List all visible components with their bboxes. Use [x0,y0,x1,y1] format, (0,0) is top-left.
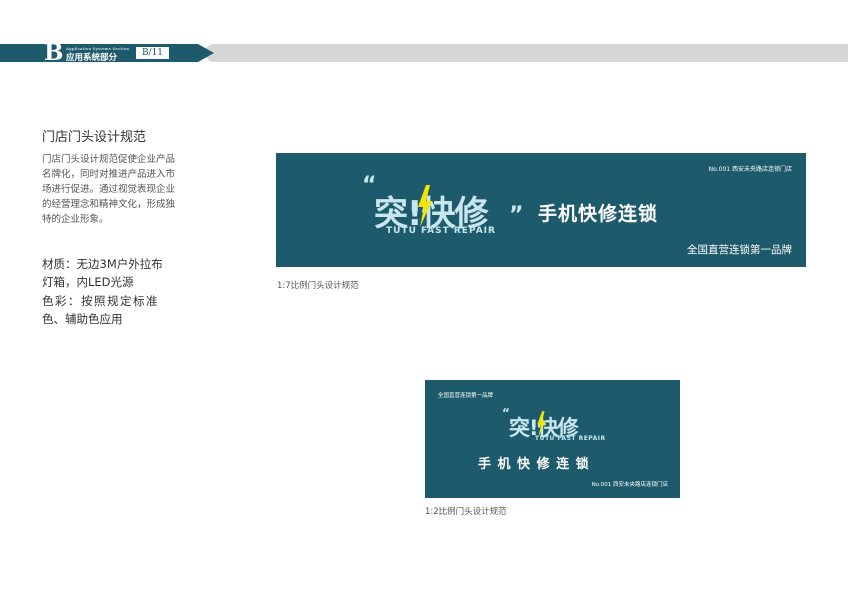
logo-subtext: TUTU FAST REPAIR [386,226,496,236]
tagline: 全国直营连锁第一品牌 [687,244,792,256]
store-number: No.001 西安未央路店连锁门店 [708,166,792,173]
logo-subtext: TUTU FAST REPAIR [535,435,606,442]
spec-line-3: 色彩：按照规定标准 [42,294,159,308]
spec-line-1: 材质：无边3M户外拉布 [42,257,163,271]
store-number: No.001 西安未央路店连锁门店 [591,482,668,488]
tagline: 全国直营连锁第一品牌 [438,393,494,399]
spec-line-2: 灯箱，内LED光源 [42,275,134,289]
section-letter: B [44,39,64,66]
description-text: 门店门头设计规范促使企业产品名牌化，同时对推进产品进入市场进行促进。通过视觉表现… [42,154,176,225]
logo-quote-mark-close: ” [509,203,524,228]
lightning-bolt-icon [418,185,432,227]
page-number: B/11 [136,47,169,59]
slogan: 手 机 快 修 连 锁 [478,457,590,472]
page-title: 门店门头设计规范 [42,130,147,145]
caption-small-sign: 1:2比例门头设计规范 [425,507,507,517]
spec-line-4: 色、辅助色应用 [42,312,123,326]
section-title-cn: 应用系统部分 [66,53,118,63]
lightning-bolt-icon [537,411,546,437]
slogan: 手机快修连锁 [538,203,659,225]
header-grey-bar [205,44,848,62]
storefront-sign-small: 全国直营连锁第一品牌 “ 突!快修 TUTU FAST REPAIR 手 机 快… [425,380,680,498]
caption-large-sign: 1:7比例门头设计规范 [277,281,359,291]
storefront-sign-large: No.001 西安未央路店连锁门店 “ 突!快修 ” TUTU FAST REP… [276,153,806,267]
